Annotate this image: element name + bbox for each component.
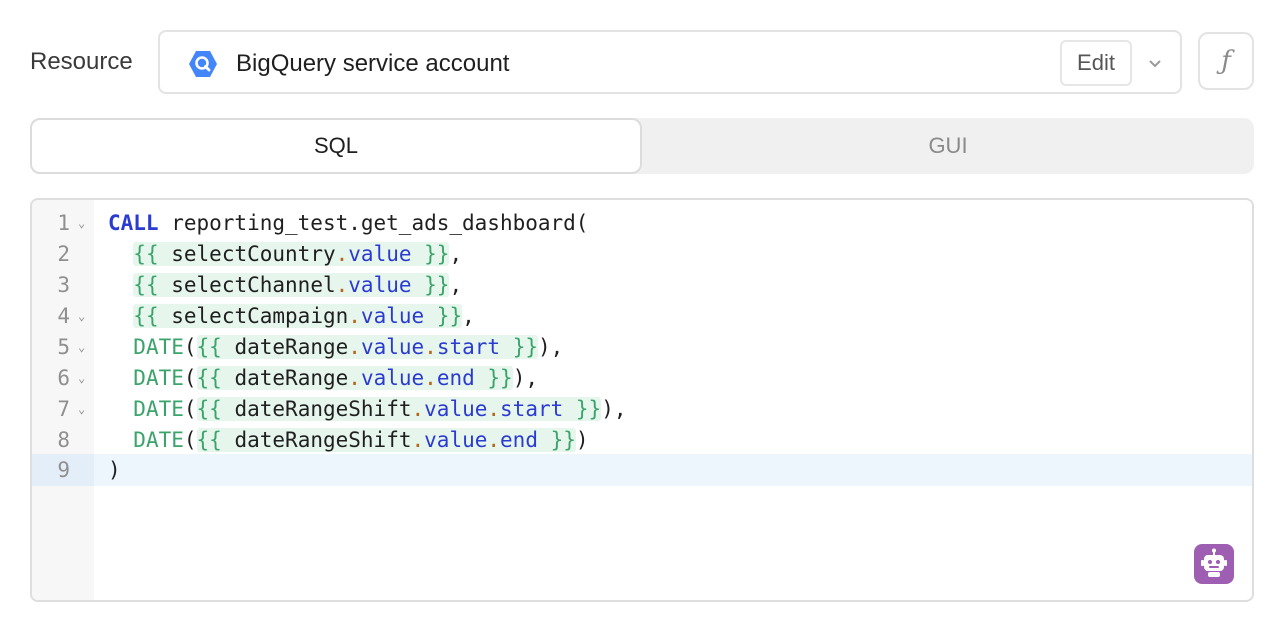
line-number: 8 — [57, 428, 70, 452]
edit-button[interactable]: Edit — [1060, 40, 1132, 86]
fold-chevron-icon[interactable]: ⌄ — [78, 332, 85, 363]
tab-sql[interactable]: SQL — [30, 118, 642, 174]
sql-editor[interactable]: 1 ⌄ CALL reporting_test.get_ads_dashboar… — [30, 198, 1254, 602]
fold-chevron-icon[interactable]: ⌄ — [78, 363, 85, 394]
code-text: {{ selectCountry.value }}, — [133, 242, 463, 266]
code-line: 2 {{ selectCountry.value }}, — [32, 239, 1252, 270]
ai-assistant-button[interactable] — [1194, 544, 1234, 584]
code-text: DATE({{ dateRangeShift.value.start }}), — [133, 397, 627, 421]
code-text: CALL reporting_test.get_ads_dashboard( — [108, 211, 589, 235]
code-line: 9 ) — [32, 455, 1252, 486]
line-number: 5 — [57, 335, 70, 359]
resource-select[interactable]: BigQuery service account Edit — [158, 30, 1182, 94]
function-button[interactable]: ƒ — [1198, 32, 1254, 90]
code-line: 3 {{ selectChannel.value }}, — [32, 270, 1252, 301]
fold-chevron-icon[interactable]: ⌄ — [78, 301, 85, 332]
resource-row: Resource BigQuery service account Edit ƒ — [30, 30, 1254, 94]
line-number: 4 — [57, 304, 70, 328]
code-line: 8 DATE({{ dateRangeShift.value.end }}) — [32, 425, 1252, 456]
fold-chevron-icon[interactable]: ⌄ — [78, 208, 85, 239]
code-line: 7 ⌄ DATE({{ dateRangeShift.value.start }… — [32, 394, 1252, 425]
resource-name: BigQuery service account — [236, 50, 510, 77]
code-text: {{ selectCampaign.value }}, — [133, 304, 475, 328]
robot-icon — [1201, 548, 1227, 577]
code-text: {{ selectChannel.value }}, — [133, 273, 463, 297]
code-line: 1 ⌄ CALL reporting_test.get_ads_dashboar… — [32, 208, 1252, 239]
code-line: 5 ⌄ DATE({{ dateRange.value.start }}), — [32, 332, 1252, 363]
line-number: 7 — [57, 397, 70, 421]
line-number: 3 — [57, 273, 70, 297]
resource-label: Resource — [30, 48, 133, 75]
code-line: 4 ⌄ {{ selectCampaign.value }}, — [32, 301, 1252, 332]
chevron-down-icon[interactable] — [1144, 52, 1166, 74]
code-line: 6 ⌄ DATE({{ dateRange.value.end }}), — [32, 363, 1252, 394]
code-text: DATE({{ dateRangeShift.value.end }}) — [133, 428, 589, 452]
line-number: 1 — [57, 211, 70, 235]
code-text: ) — [108, 458, 121, 482]
code-text: DATE({{ dateRange.value.start }}), — [133, 335, 564, 359]
fold-chevron-icon[interactable]: ⌄ — [78, 394, 85, 425]
line-number: 6 — [57, 366, 70, 390]
line-number: 2 — [57, 242, 70, 266]
line-number: 9 — [57, 458, 70, 482]
code-text: DATE({{ dateRange.value.end }}), — [133, 366, 538, 390]
function-icon: ƒ — [1221, 46, 1231, 76]
tab-gui[interactable]: GUI — [642, 118, 1254, 174]
query-mode-tabs: SQL GUI — [30, 118, 1254, 174]
bigquery-icon — [189, 51, 217, 77]
